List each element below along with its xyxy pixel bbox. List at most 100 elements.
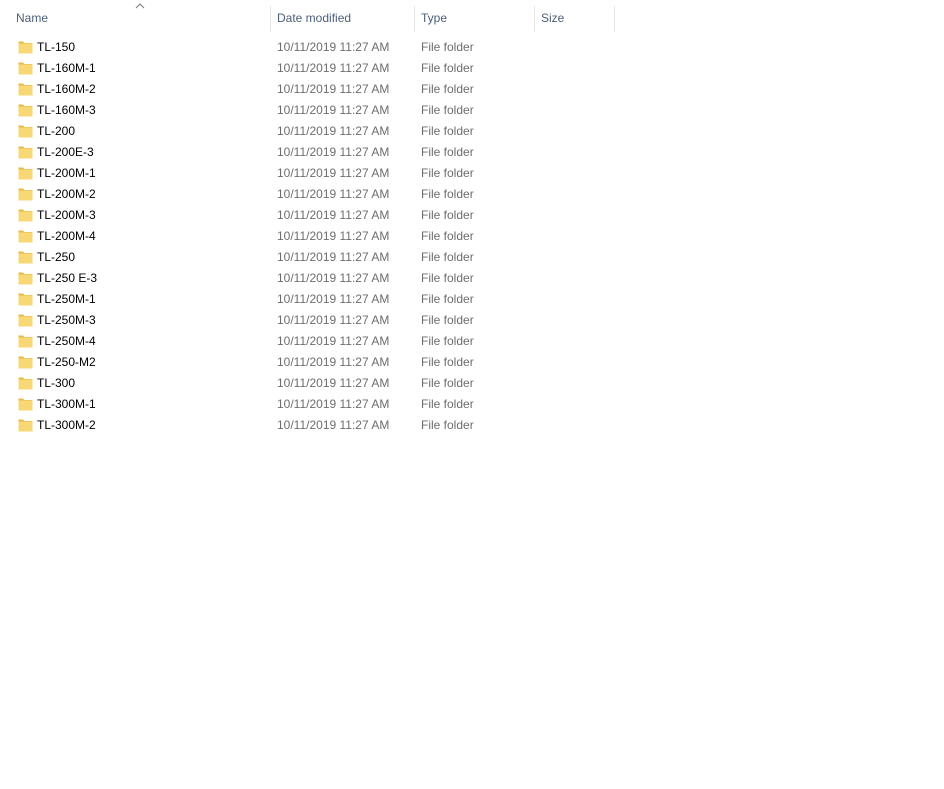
folder-icon	[18, 125, 33, 138]
date-modified: 10/11/2019 11:27 AM	[277, 418, 390, 432]
date-modified: 10/11/2019 11:27 AM	[277, 313, 390, 327]
date-modified: 10/11/2019 11:27 AM	[277, 61, 390, 75]
folder-icon	[18, 272, 33, 285]
folder-icon	[18, 104, 33, 117]
folder-icon	[18, 398, 33, 411]
date-modified: 10/11/2019 11:27 AM	[277, 376, 390, 390]
file-row[interactable]: TL-250M-4 10/11/2019 11:27 AM File folder	[0, 331, 944, 352]
file-name: TL-160M-2	[37, 82, 96, 96]
size-column-label: Size	[541, 11, 565, 25]
date-modified: 10/11/2019 11:27 AM	[277, 271, 390, 285]
date-modified: 10/11/2019 11:27 AM	[277, 82, 390, 96]
folder-icon	[18, 83, 33, 96]
file-name: TL-150	[37, 40, 76, 54]
file-row[interactable]: TL-300 10/11/2019 11:27 AM File folder	[0, 373, 944, 394]
folder-icon	[18, 335, 33, 348]
file-row[interactable]: TL-250 E-3 10/11/2019 11:27 AM File folder	[0, 268, 944, 289]
file-type: File folder	[421, 82, 474, 96]
file-type: File folder	[421, 397, 474, 411]
folder-icon	[18, 377, 33, 390]
file-type: File folder	[421, 355, 474, 369]
folder-icon	[18, 167, 33, 180]
file-type: File folder	[421, 187, 474, 201]
file-type: File folder	[421, 376, 474, 390]
folder-icon	[18, 41, 33, 54]
type-column-header[interactable]: Type	[415, 0, 534, 34]
file-row[interactable]: TL-160M-1 10/11/2019 11:27 AM File folder	[0, 58, 944, 79]
file-name: TL-250	[37, 250, 76, 264]
file-row[interactable]: TL-160M-3 10/11/2019 11:27 AM File folder	[0, 100, 944, 121]
file-name: TL-250M-3	[37, 313, 96, 327]
name-column-label: Name	[16, 11, 49, 25]
file-row[interactable]: TL-200M-4 10/11/2019 11:27 AM File folder	[0, 226, 944, 247]
file-type: File folder	[421, 229, 474, 243]
file-type: File folder	[421, 313, 474, 327]
date-modified: 10/11/2019 11:27 AM	[277, 355, 390, 369]
file-name: TL-250M-4	[37, 334, 96, 348]
file-type: File folder	[421, 124, 474, 138]
date-modified: 10/11/2019 11:27 AM	[277, 229, 390, 243]
file-type: File folder	[421, 292, 474, 306]
file-type: File folder	[421, 418, 474, 432]
column-header-bar: Name Date modified Type Size	[0, 0, 944, 34]
file-row[interactable]: TL-200E-3 10/11/2019 11:27 AM File folder	[0, 142, 944, 163]
folder-icon	[18, 293, 33, 306]
file-type: File folder	[421, 145, 474, 159]
file-row[interactable]: TL-200M-2 10/11/2019 11:27 AM File folder	[0, 184, 944, 205]
folder-icon	[18, 188, 33, 201]
date-modified: 10/11/2019 11:27 AM	[277, 124, 390, 138]
folder-icon	[18, 146, 33, 159]
date-modified: 10/11/2019 11:27 AM	[277, 145, 390, 159]
file-name: TL-200E-3	[37, 145, 94, 159]
file-type: File folder	[421, 334, 474, 348]
file-row[interactable]: TL-200M-3 10/11/2019 11:27 AM File folder	[0, 205, 944, 226]
file-name: TL-200M-4	[37, 229, 96, 243]
file-name: TL-160M-1	[37, 61, 96, 75]
file-name: TL-160M-3	[37, 103, 96, 117]
file-name: TL-250M-1	[37, 292, 96, 306]
file-row[interactable]: TL-250M-1 10/11/2019 11:27 AM File folder	[0, 289, 944, 310]
file-type: File folder	[421, 208, 474, 222]
file-row[interactable]: TL-160M-2 10/11/2019 11:27 AM File folder	[0, 79, 944, 100]
date-modified: 10/11/2019 11:27 AM	[277, 208, 390, 222]
file-row[interactable]: TL-200M-1 10/11/2019 11:27 AM File folder	[0, 163, 944, 184]
folder-icon	[18, 230, 33, 243]
file-type: File folder	[421, 271, 474, 285]
file-type: File folder	[421, 166, 474, 180]
file-list: TL-150 10/11/2019 11:27 AM File folder TL-1…	[0, 37, 944, 436]
file-type: File folder	[421, 40, 474, 54]
folder-icon	[18, 314, 33, 327]
folder-icon	[18, 356, 33, 369]
file-row[interactable]: TL-300M-1 10/11/2019 11:27 AM File folder	[0, 394, 944, 415]
date-column-label: Date modified	[277, 11, 352, 25]
date-modified: 10/11/2019 11:27 AM	[277, 187, 390, 201]
chevron-up-icon[interactable]	[134, 1, 146, 11]
folder-icon	[18, 251, 33, 264]
type-column-label: Type	[421, 11, 448, 25]
date-modified: 10/11/2019 11:27 AM	[277, 334, 390, 348]
file-row[interactable]: TL-300M-2 10/11/2019 11:27 AM File folder	[0, 415, 944, 436]
file-name: TL-250 E-3	[37, 271, 98, 285]
file-row[interactable]: TL-250-M2 10/11/2019 11:27 AM File folder	[0, 352, 944, 373]
file-name: TL-300M-2	[37, 418, 96, 432]
file-explorer-details-view: Name Date modified Type Size TL-150 10/11…	[0, 0, 944, 789]
file-name: TL-200M-1	[37, 166, 96, 180]
file-type: File folder	[421, 250, 474, 264]
folder-icon	[18, 209, 33, 222]
date-modified: 10/11/2019 11:27 AM	[277, 250, 390, 264]
size-column-header[interactable]: Size	[535, 0, 614, 34]
file-row[interactable]: TL-150 10/11/2019 11:27 AM File folder	[0, 37, 944, 58]
file-name: TL-300	[37, 376, 76, 390]
folder-icon	[18, 62, 33, 75]
file-name: TL-200	[37, 124, 76, 138]
file-row[interactable]: TL-250M-3 10/11/2019 11:27 AM File folder	[0, 310, 944, 331]
date-column-header[interactable]: Date modified	[271, 0, 414, 34]
file-name: TL-200M-3	[37, 208, 96, 222]
file-row[interactable]: TL-250 10/11/2019 11:27 AM File folder	[0, 247, 944, 268]
column-divider[interactable]	[614, 6, 615, 32]
file-type: File folder	[421, 61, 474, 75]
date-modified: 10/11/2019 11:27 AM	[277, 292, 390, 306]
file-name: TL-300M-1	[37, 397, 96, 411]
date-modified: 10/11/2019 11:27 AM	[277, 103, 390, 117]
file-row[interactable]: TL-200 10/11/2019 11:27 AM File folder	[0, 121, 944, 142]
